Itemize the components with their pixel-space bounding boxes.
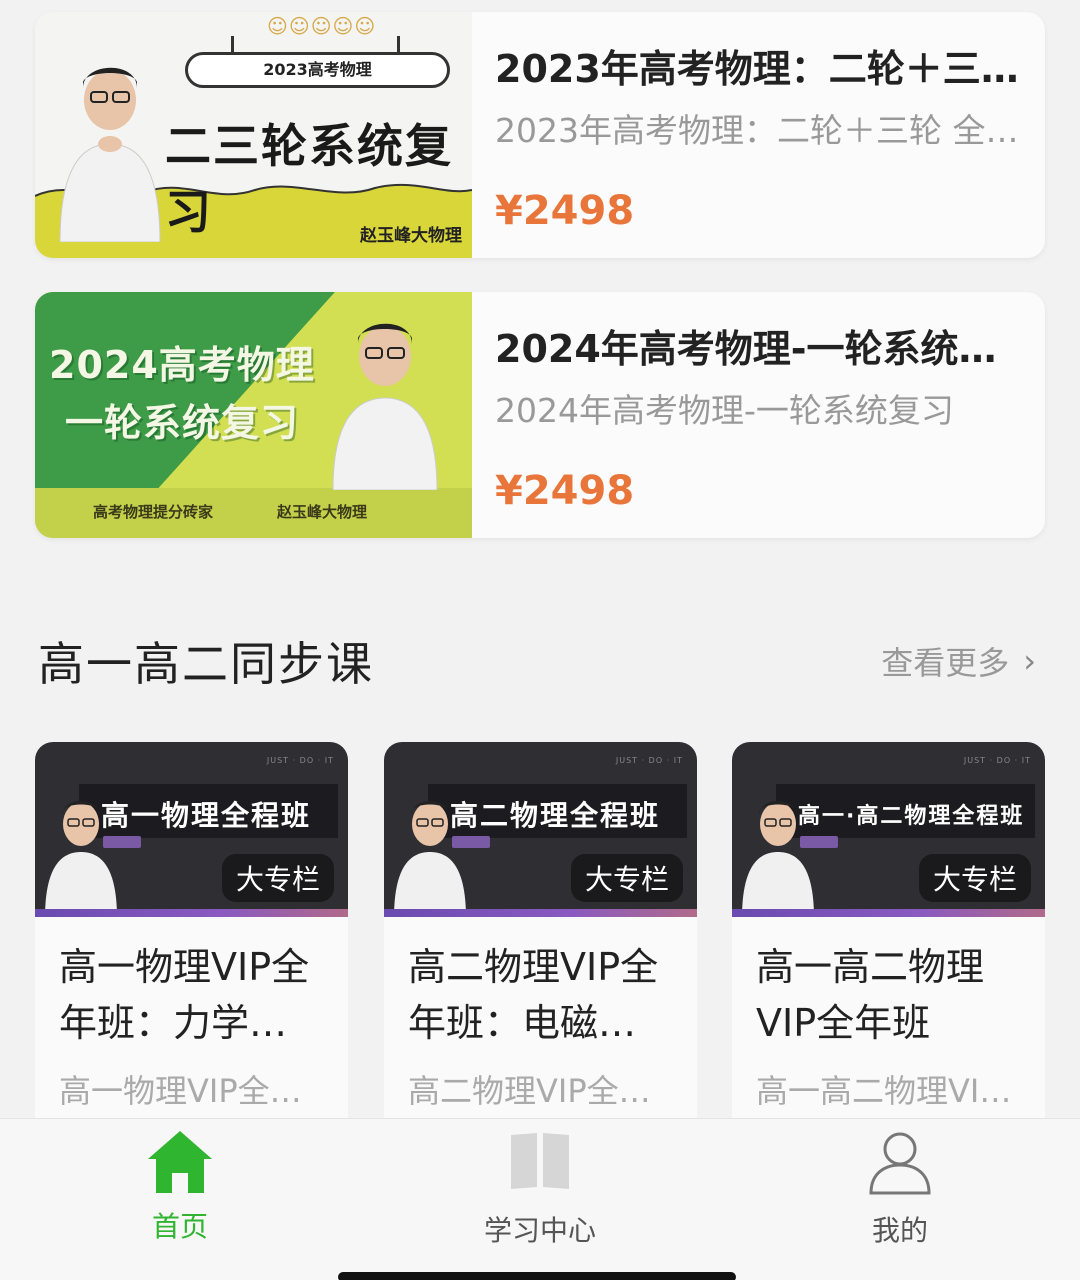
tab-study-center[interactable]: 学习中心 [360,1119,720,1269]
course-subtitle: 2023年高考物理：二轮＋三轮 全套复习 [495,111,1021,150]
course-info: 2024年高考物理-一轮系统复习 2024年高考物理-一轮系统复习 ¥2498 [495,292,1021,538]
cartoon-figures-icon: ☺☺☺☺☺ [267,14,377,38]
sync-course-card[interactable]: JUST · DO · IT 高二物理全程班 大专栏 高二物理VIP全年班：电磁… [384,742,697,1142]
book-icon [511,1133,569,1189]
course-title[interactable]: 2023年高考物理：二轮＋三轮 全套复习 [495,38,1021,93]
course-card[interactable]: 2024高考物理 一轮系统复习 高考物理提分砖家 赵玉峰大物理 2024年高考物… [35,292,1045,538]
thumb-strip [35,909,348,917]
course-thumbnail: JUST · DO · IT 高一·高二物理全程班 大专栏 [732,742,1045,917]
sync-course-card[interactable]: JUST · DO · IT 高一物理全程班 大专栏 高一物理VIP全年班：力学… [35,742,348,1142]
tab-mine[interactable]: 我的 [720,1119,1080,1269]
thumb-tagline: JUST · DO · IT [963,756,1031,765]
thumb-banner-text: 高一物理全程班 [101,799,312,832]
course-thumbnail: ☺☺☺☺☺ 2023高考物理 二三轮系统复习 赵玉峰大物理 [35,12,472,258]
course-info: 2023年高考物理：二轮＋三轮 全套复习 2023年高考物理：二轮＋三轮 全套复… [495,12,1021,258]
home-indicator[interactable] [338,1272,736,1280]
thumb-footer-right: 赵玉峰大物理 [277,503,368,521]
chevron-right-icon: › [1023,642,1036,680]
thumb-pill: 大专栏 [221,854,334,902]
thumb-headline-2: 一轮系统复习 [65,401,300,445]
tab-label: 我的 [871,1214,928,1247]
course-price: ¥2498 [495,188,635,234]
teacher-photo [742,801,814,917]
sync-course-card[interactable]: JUST · DO · IT 高一·高二物理全程班 大专栏 高一高二物理VIP全… [732,742,1045,1142]
course-thumbnail: JUST · DO · IT 高一物理全程班 大专栏 [35,742,348,917]
sync-course-title[interactable]: 高一物理VIP全年班：力学… [59,939,328,1051]
bottom-tab-bar: 首页 学习中心 我的 [0,1118,1080,1280]
sync-course-subtitle: 高一高二物理VI… [756,1072,1012,1110]
thumb-footer-left: 高考物理提分砖家 [93,503,214,521]
sync-course-subtitle: 高二物理VIP全… [408,1072,651,1110]
teacher-photo [45,801,117,917]
thumb-tagline: JUST · DO · IT [615,756,683,765]
course-thumbnail: 2024高考物理 一轮系统复习 高考物理提分砖家 赵玉峰大物理 [35,292,472,538]
course-price: ¥2498 [495,468,635,514]
course-title[interactable]: 2024年高考物理-一轮系统复习 [495,318,1021,373]
thumb-tagline: JUST · DO · IT [266,756,334,765]
see-more-link[interactable]: 查看更多 › [881,638,1036,684]
tab-label: 首页 [151,1210,208,1243]
sync-course-title[interactable]: 高一高二物理VIP全年班 [756,939,1025,1051]
thumb-board: 2023高考物理 [185,52,450,88]
teacher-photo [332,323,438,490]
course-card[interactable]: ☺☺☺☺☺ 2023高考物理 二三轮系统复习 赵玉峰大物理 2023年高考物理：… [35,12,1045,258]
thumb-strip [732,909,1045,917]
user-icon [869,1132,931,1195]
teacher-photo [59,67,161,242]
teacher-photo [394,801,466,917]
thumb-pill: 大专栏 [918,854,1031,902]
thumb-headline: 2024高考物理 [49,343,315,387]
home-icon [148,1131,212,1193]
thumb-signature: 赵玉峰大物理 [360,226,462,246]
thumb-banner-text: 高一·高二物理全程班 [798,804,1025,829]
tab-label: 学习中心 [483,1214,596,1247]
see-more-label: 查看更多 [881,644,1010,682]
sync-course-subtitle: 高一物理VIP全… [59,1072,302,1110]
thumb-banner-text: 高二物理全程班 [450,799,661,832]
course-subtitle: 2024年高考物理-一轮系统复习 [495,391,954,430]
sync-course-title[interactable]: 高二物理VIP全年班：电磁… [408,939,677,1051]
course-thumbnail: JUST · DO · IT 高二物理全程班 大专栏 [384,742,697,917]
thumb-pill: 大专栏 [570,854,683,902]
tab-home[interactable]: 首页 [0,1119,360,1269]
thumb-strip [384,909,697,917]
section-title: 高一高二同步课 [38,637,374,691]
